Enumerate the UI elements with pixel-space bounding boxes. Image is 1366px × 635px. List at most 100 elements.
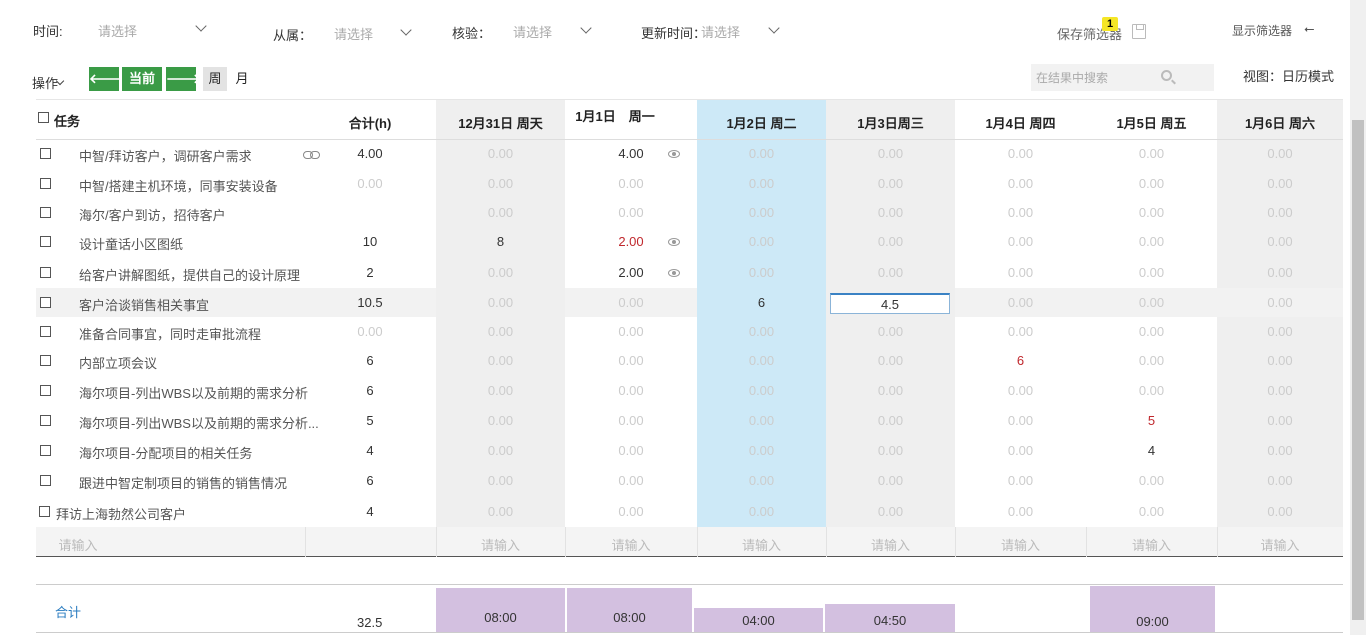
hours-cell[interactable]: 0.00	[565, 353, 697, 368]
row-checkbox[interactable]	[40, 326, 51, 337]
arrow-left-icon[interactable]: ⭠	[1304, 21, 1314, 37]
hours-cell[interactable]: 0.00	[1217, 413, 1343, 428]
hours-cell[interactable]: 0.00	[826, 383, 955, 398]
table-row[interactable]: 海尔项目-列出WBS以及前期的需求分析... 5 0.00 0.00 0.00 0.00 0…	[36, 406, 1343, 436]
week-view-button[interactable]: 周	[203, 67, 227, 91]
task-name[interactable]: 内部立项会议	[79, 353, 157, 372]
row-checkbox[interactable]	[40, 355, 51, 366]
chevron-down-icon[interactable]	[400, 24, 412, 36]
hours-cell[interactable]: 0.00	[1217, 205, 1343, 220]
row-checkbox[interactable]	[40, 148, 51, 159]
hours-cell[interactable]: 0.00	[1217, 176, 1343, 191]
table-row[interactable]: 海尔/客户到访，招待客户 0.00 0.00 0.00 0.00 0.00 0.00 0.00	[36, 198, 1343, 227]
select-all-checkbox[interactable]	[38, 112, 49, 123]
hours-cell[interactable]: 0.00	[955, 146, 1086, 161]
hours-cell[interactable]: 0.00	[955, 176, 1086, 191]
hours-cell[interactable]: 0.00	[826, 176, 955, 191]
hours-cell[interactable]: 0.00	[955, 504, 1086, 519]
hours-cell[interactable]: 0.00	[436, 205, 565, 220]
eye-icon[interactable]	[668, 150, 680, 158]
row-checkbox[interactable]	[40, 475, 51, 486]
hours-cell[interactable]: 0.00	[565, 413, 697, 428]
new-day-input[interactable]: 请输入	[697, 535, 826, 554]
hours-cell[interactable]: 0.00	[1217, 504, 1343, 519]
table-row[interactable]: 内部立项会议 6 0.00 0.00 0.00 0.00 6 0.00 0.00	[36, 346, 1343, 376]
new-day-input[interactable]: 请输入	[955, 535, 1086, 554]
operations-menu[interactable]: 操作	[32, 73, 58, 92]
chevron-down-icon[interactable]	[580, 22, 592, 34]
hours-cell[interactable]: 0.00	[1217, 295, 1343, 310]
belong-filter-select[interactable]: 请选择	[334, 24, 373, 43]
hours-cell[interactable]: 0.00	[565, 205, 697, 220]
hours-cell[interactable]: 0.00	[436, 324, 565, 339]
hours-cell[interactable]: 0.00	[1217, 324, 1343, 339]
task-name[interactable]: 海尔/客户到访，招待客户	[79, 205, 226, 224]
table-row[interactable]: 客户洽谈销售相关事宜10.50.000.0060.000.000.00	[36, 288, 1343, 317]
hours-cell[interactable]: 0.00	[697, 205, 826, 220]
new-day-input[interactable]: 请输入	[436, 535, 565, 554]
hours-cell[interactable]: 0.00	[697, 146, 826, 161]
hours-cell[interactable]: 0.00	[697, 473, 826, 488]
hours-cell[interactable]: 0.00	[436, 443, 565, 458]
hours-cell[interactable]: 0.00	[1217, 265, 1343, 280]
hours-cell[interactable]: 0.00	[826, 443, 955, 458]
hours-cell[interactable]: 0.00	[826, 353, 955, 368]
hours-cell[interactable]: 0.00	[697, 413, 826, 428]
hours-cell[interactable]: 0.00	[1217, 146, 1343, 161]
hours-cell[interactable]: 0.00	[1086, 353, 1217, 368]
hours-cell[interactable]: 6	[955, 353, 1086, 368]
new-day-input[interactable]: 请输入	[565, 535, 697, 554]
hours-cell[interactable]: 0.00	[826, 205, 955, 220]
next-week-button[interactable]: 🡒	[166, 67, 201, 91]
chevron-down-icon[interactable]	[195, 20, 207, 32]
row-checkbox[interactable]	[40, 207, 51, 218]
scrollbar-thumb[interactable]	[1352, 120, 1364, 620]
hours-cell[interactable]: 0.00	[1086, 265, 1217, 280]
hours-cell[interactable]: 4	[1086, 443, 1217, 458]
hours-cell[interactable]: 0.00	[1217, 383, 1343, 398]
table-row[interactable]: 跟进中智定制项目的销售的销售情况 6 0.00 0.00 0.00 0.00 0.00 0.0…	[36, 466, 1343, 496]
time-filter-select[interactable]: 请选择	[98, 21, 137, 40]
row-checkbox[interactable]	[40, 415, 51, 426]
hours-cell[interactable]: 0.00	[565, 295, 697, 310]
view-mode-label[interactable]: 视图：日历模式	[1243, 66, 1334, 85]
row-checkbox[interactable]	[40, 236, 51, 247]
hours-cell[interactable]: 0.00	[565, 473, 697, 488]
hours-cell[interactable]: 0.00	[826, 473, 955, 488]
table-row[interactable]: 给客户讲解图纸，提供自己的设计原理 2 0.00 2.00 0.00 0.00 0.00 0.…	[36, 257, 1343, 288]
hours-cell[interactable]: 0.00	[436, 265, 565, 280]
hours-cell[interactable]: 0.00	[1086, 383, 1217, 398]
hours-cell[interactable]: 0.00	[1086, 146, 1217, 161]
hours-cell[interactable]: 0.00	[697, 324, 826, 339]
hours-cell[interactable]: 0.00	[697, 353, 826, 368]
eye-icon[interactable]	[668, 238, 680, 246]
hours-cell[interactable]: 0.00	[1086, 205, 1217, 220]
table-row[interactable]: 中智/搭建主机环境，同事安装设备 0.00 0.00 0.00 0.00 0.00 0.00…	[36, 169, 1343, 198]
prev-week-button[interactable]: 🡐	[89, 67, 124, 91]
hours-cell[interactable]: 0.00	[826, 413, 955, 428]
hours-cell[interactable]: 0.00	[436, 146, 565, 161]
task-name[interactable]: 海尔项目-列出WBS以及前期的需求分析	[79, 383, 308, 402]
hours-cell[interactable]: 0.00	[565, 383, 697, 398]
hours-cell[interactable]: 0.00	[436, 504, 565, 519]
hours-cell[interactable]: 0.00	[565, 504, 697, 519]
hours-cell[interactable]: 5	[1086, 413, 1217, 428]
task-name[interactable]: 跟进中智定制项目的销售的销售情况	[79, 473, 287, 492]
current-week-button[interactable]: 当前	[122, 67, 162, 91]
hours-cell[interactable]: 0.00	[565, 443, 697, 458]
link-icon[interactable]	[303, 151, 320, 159]
table-row[interactable]: 准备合同事宜，同时走审批流程 0.00 0.00 0.00 0.00 0.00 0.00 0.…	[36, 317, 1343, 346]
hours-cell[interactable]: 0.00	[955, 473, 1086, 488]
hours-cell[interactable]: 0.00	[436, 473, 565, 488]
hours-cell[interactable]: 0.00	[697, 443, 826, 458]
table-row[interactable]: 海尔项目-分配项目的相关任务 4 0.00 0.00 0.00 0.00 0.00 4 0.00	[36, 436, 1343, 466]
chevron-down-icon[interactable]	[768, 22, 780, 34]
row-checkbox[interactable]	[40, 178, 51, 189]
hours-cell[interactable]: 0.00	[1086, 324, 1217, 339]
row-checkbox[interactable]	[40, 297, 51, 308]
hours-cell[interactable]: 0.00	[826, 504, 955, 519]
hours-cell[interactable]: 0.00	[955, 383, 1086, 398]
hours-cell[interactable]: 0.00	[436, 295, 565, 310]
totals-label[interactable]: 合计	[55, 602, 81, 621]
hours-cell[interactable]: 0.00	[955, 324, 1086, 339]
